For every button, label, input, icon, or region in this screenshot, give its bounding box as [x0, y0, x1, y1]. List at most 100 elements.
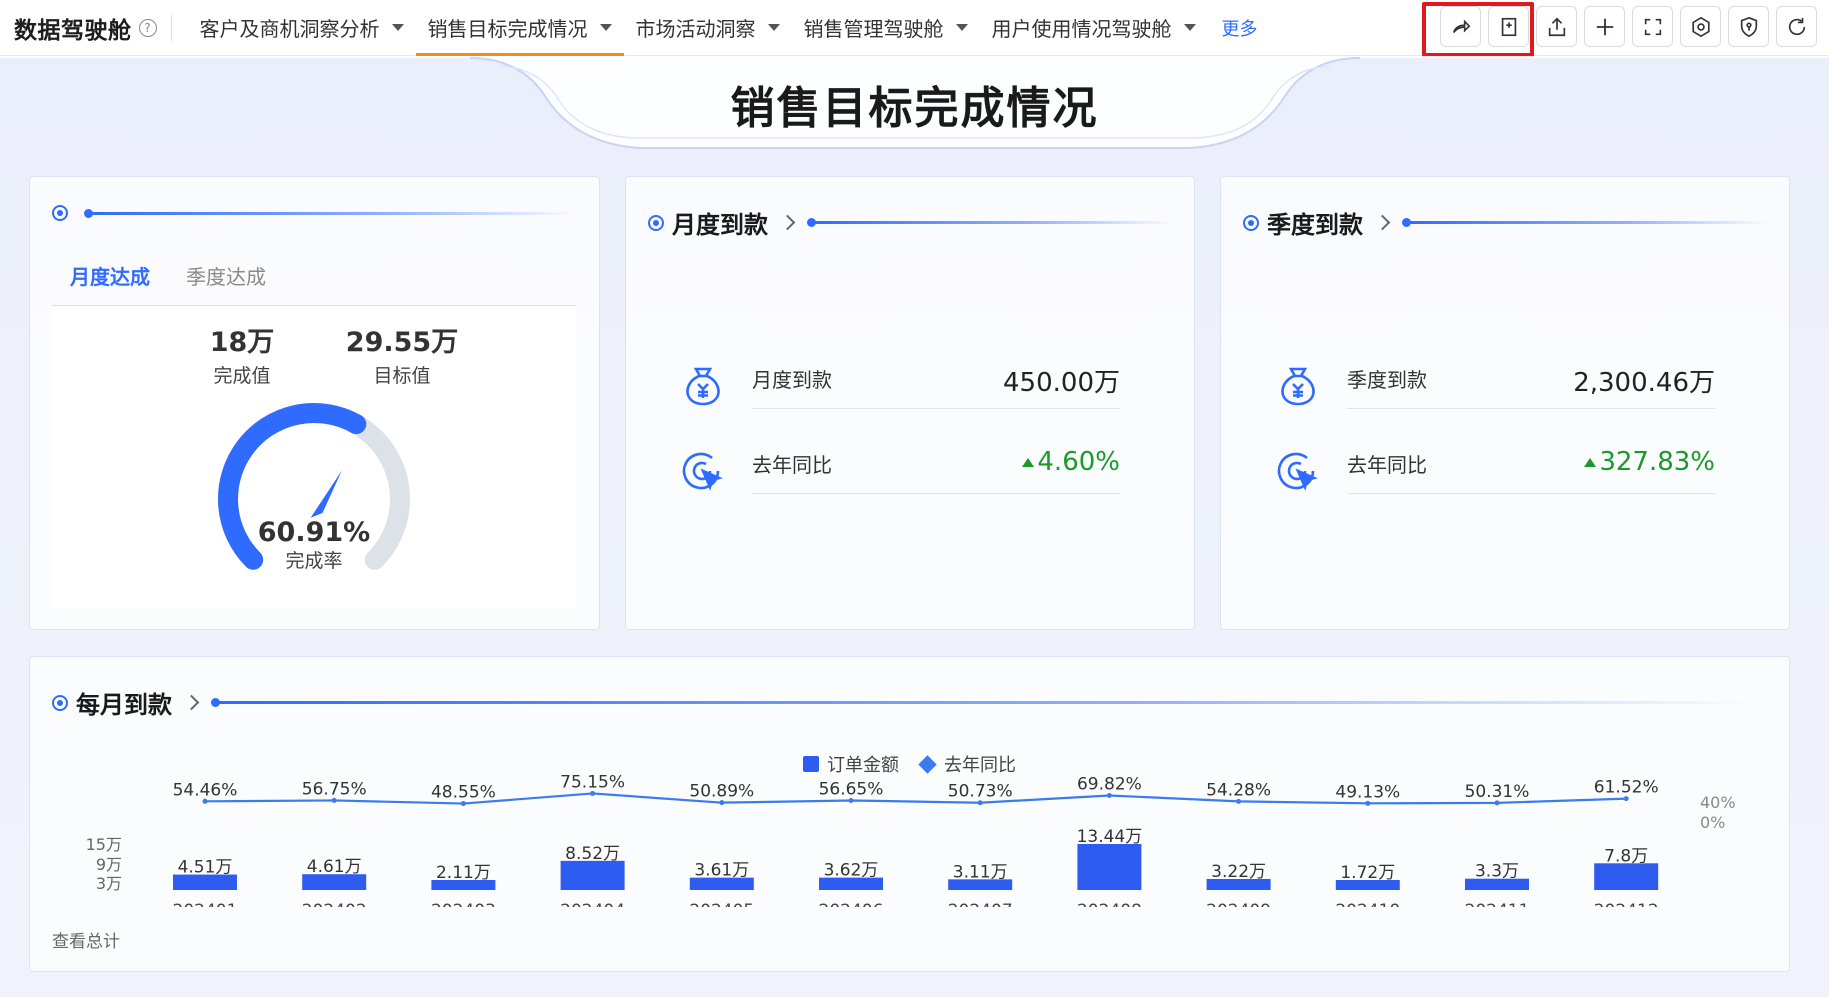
nav-tab-0[interactable]: 客户及商机洞察分析	[188, 0, 416, 56]
x-axis-tick: 202404	[560, 901, 625, 907]
bar-202412	[1594, 863, 1659, 890]
money-bag-icon	[686, 367, 720, 406]
chevron-down-icon	[955, 24, 968, 31]
x-axis-tick: 202408	[1077, 901, 1142, 907]
bar-data-label: 4.51万	[178, 858, 233, 878]
bookmark-icon	[1501, 17, 1516, 36]
yoy-data-label: 50.73%	[948, 782, 1013, 802]
y-axis-right-tick: 0%	[1700, 813, 1725, 832]
tab-quarterly[interactable]: 季度达成	[168, 262, 284, 306]
arrow-up-icon	[1022, 458, 1035, 467]
nav-tab-label: 市场活动洞察	[635, 17, 756, 41]
settings-button[interactable]	[1680, 6, 1721, 47]
view-total-link[interactable]: 查看总计	[52, 927, 120, 952]
chevron-down-icon	[391, 24, 404, 31]
yoy-data-label: 61.52%	[1594, 778, 1659, 798]
metric-row: 月度到款 450.00万	[678, 360, 1120, 412]
x-axis-tick: 202403	[431, 901, 496, 907]
y-axis-right-tick: 40%	[1700, 793, 1736, 812]
yoy-data-label: 56.75%	[302, 779, 367, 799]
x-axis-tick: 202410	[1335, 901, 1400, 907]
settings-icon	[1691, 16, 1710, 37]
achievement-tabs: 月度达成 季度达成	[52, 262, 576, 306]
metric-row: 去年同比 327.83%	[1273, 445, 1715, 497]
nav-tab-3[interactable]: 销售管理驾驶舱	[792, 0, 980, 56]
x-axis-tick: 202407	[948, 901, 1013, 907]
bar-data-label: 3.3万	[1475, 862, 1519, 882]
combo-chart: 15万9万3万 40%0% 4.51万 202401 4.61万 202402 2.11万 2…	[86, 772, 1736, 907]
card-title[interactable]: 月度到款	[672, 205, 768, 240]
x-axis-tick: 202406	[819, 901, 884, 907]
card-header: 月度到款	[648, 205, 1173, 240]
nav-tab-1[interactable]: 销售目标完成情况	[415, 0, 624, 56]
row-divider	[1347, 493, 1715, 494]
header-divider-line	[1402, 218, 1768, 227]
nav-tab-2[interactable]: 市场活动洞察	[624, 0, 792, 56]
refresh-button[interactable]	[1776, 6, 1817, 47]
yoy-line	[204, 792, 1627, 805]
x-axis-tick: 202412	[1594, 901, 1659, 907]
x-axis-tick: 202401	[173, 901, 238, 907]
quarterly-payment-card: 季度到款 季度到款 2,300.46万去年同比 327.83%	[1220, 176, 1790, 630]
y-axis-left-tick: 3万	[96, 874, 122, 893]
monthly-payment-card: 月度到款 月度到款 450.00万 去年同比 4.60%	[625, 176, 1195, 630]
bar-data-label: 13.44万	[1077, 827, 1143, 847]
shield-icon	[1740, 16, 1757, 37]
yoy-data-label: 54.28%	[1206, 780, 1271, 800]
add-button[interactable]	[1584, 6, 1625, 47]
nav-tab-4[interactable]: 用户使用情况驾驶舱	[980, 0, 1208, 56]
export-button[interactable]	[1536, 6, 1577, 47]
bar-data-label: 3.22万	[1211, 862, 1266, 882]
chevron-right-icon[interactable]	[779, 214, 796, 231]
card-title[interactable]: 季度到款	[1267, 205, 1363, 240]
security-button[interactable]	[1728, 6, 1769, 47]
yoy-data-label: 56.65%	[819, 779, 884, 799]
metric-label: 去年同比	[1347, 453, 1427, 477]
chevron-down-icon	[599, 24, 612, 31]
x-axis-tick: 202405	[689, 901, 754, 907]
metric-label: 季度到款	[1347, 368, 1427, 392]
share-icon	[1452, 19, 1470, 33]
refresh-icon	[1788, 17, 1805, 35]
bar-data-label: 3.11万	[953, 862, 1008, 882]
yoy-data-label: 50.31%	[1465, 782, 1530, 802]
more-link[interactable]: 更多	[1208, 0, 1272, 56]
chevron-down-icon	[1183, 24, 1196, 31]
export-icon	[1548, 17, 1565, 36]
metric-value: 450.00万	[1003, 362, 1120, 399]
metric-row: 去年同比 4.60%	[678, 445, 1120, 497]
bookmark-button[interactable]	[1488, 6, 1529, 47]
target-ring-icon	[648, 214, 664, 231]
page-title: 销售目标完成情况	[730, 83, 1099, 134]
target-stat: 29.55万 目标值	[332, 320, 472, 388]
bar-data-label: 1.72万	[1340, 863, 1395, 883]
completed-value: 18万	[209, 327, 275, 358]
share-button[interactable]	[1440, 6, 1481, 47]
row-divider	[1347, 408, 1715, 409]
monthly-payments-chart-card: 每月到款 订单金额 去年同比 15万9万3万40%0%4.51万2024014.…	[29, 656, 1790, 972]
rate-stat: 60.91% 完成率	[244, 517, 384, 573]
nav-tab-label: 销售管理驾驶舱	[803, 17, 944, 41]
metric-value: 2,300.46万	[1573, 362, 1715, 399]
money-bag-icon	[1281, 367, 1315, 406]
metric-row: 季度到款 2,300.46万	[1273, 360, 1715, 412]
target-cursor-icon	[1277, 452, 1318, 491]
bar-data-label: 3.61万	[694, 861, 749, 881]
fullscreen-button[interactable]	[1632, 6, 1673, 47]
chevron-right-icon[interactable]	[1374, 214, 1391, 231]
tab-monthly[interactable]: 月度达成	[52, 262, 168, 306]
y-axis-left-tick: 9万	[96, 855, 122, 874]
target-cursor-icon	[682, 452, 723, 491]
toolbar	[1440, 6, 1817, 47]
metric-value: 4.60%	[1022, 447, 1120, 477]
bar-202404	[560, 860, 625, 890]
chevron-down-icon	[767, 24, 780, 31]
target-ring-icon	[1243, 214, 1259, 231]
bar-data-label: 2.11万	[436, 863, 491, 883]
x-axis-tick: 202411	[1465, 901, 1530, 907]
metric-value: 327.83%	[1584, 447, 1715, 477]
header-divider-line	[84, 208, 578, 218]
help-icon[interactable]: ?	[138, 18, 157, 37]
x-axis-tick: 202402	[302, 901, 367, 907]
nav-tab-label: 用户使用情况驾驶舱	[991, 17, 1172, 41]
